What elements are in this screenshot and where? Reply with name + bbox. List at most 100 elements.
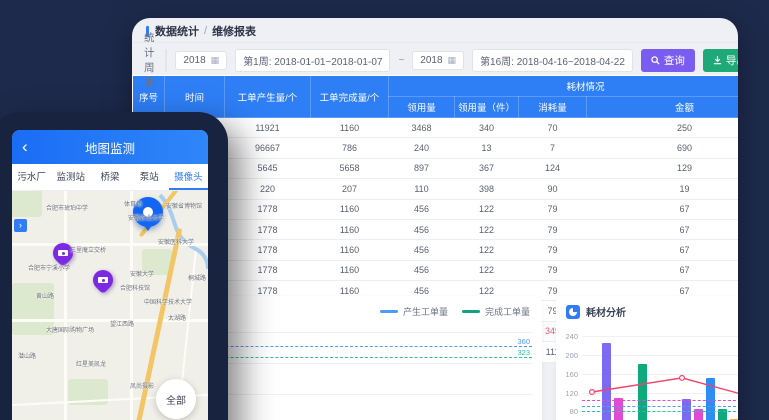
map-label: 三里庵立交桥 [70, 245, 106, 254]
map-label: 合肥科技馆 [120, 283, 150, 292]
map-label: 红星美凯龙 [76, 359, 106, 368]
table-cell: 1160 [311, 260, 389, 280]
map-label: 大唐国际购物广场 [46, 325, 94, 334]
table-cell: 456 [389, 260, 455, 280]
consumable-chart-title: 耗材分析 [586, 304, 626, 319]
table-cell: 79 [519, 199, 587, 219]
back-icon[interactable]: ‹ [22, 140, 28, 154]
table-cell: 1778 [225, 199, 311, 219]
camera-icon [58, 250, 68, 256]
table-cell: 1778 [225, 260, 311, 280]
week-range-start-value: 第1周: 2018-01-01~2018-01-07 [243, 53, 382, 68]
table-cell: 13 [455, 138, 519, 158]
table-cell: 96667 [225, 138, 311, 158]
map-label: 黄山路 [36, 291, 54, 300]
map-label: 安徽医科大学 [158, 237, 194, 246]
filter-bar: 统计周期: 年季月周日 2018 ▦ 第1周: 2018-01-01~2018-… [132, 43, 738, 75]
reference-line-label: 323 [517, 348, 530, 357]
table-cell: 1160 [311, 118, 389, 138]
column-header: 工单产生量/个 [225, 76, 311, 118]
calendar-icon: ▦ [448, 55, 457, 66]
table-cell: 3468 [389, 118, 455, 138]
map-label: 合肥市琥珀中学 [46, 203, 88, 212]
table-cell: 1778 [225, 240, 311, 260]
map-label: 太湖路 [168, 313, 186, 322]
week-range-start-input[interactable]: 第1周: 2018-01-01~2018-01-07 [235, 49, 390, 72]
map-label: 望江西路 [110, 319, 134, 328]
query-button[interactable]: 查询 [641, 49, 695, 72]
consumable-chart-header: 耗材分析 [556, 296, 738, 319]
sub-column-header: 金额 [587, 97, 739, 118]
period-option-年[interactable]: 年 [166, 50, 167, 71]
legend-item: 完成工单量 [462, 305, 530, 318]
map-label: 桐城路 [188, 273, 206, 282]
tab-污水厂[interactable]: 污水厂 [12, 164, 51, 190]
legend-dash [380, 310, 398, 313]
y-axis-tick: 200 [560, 351, 578, 360]
map-expand-button[interactable]: › [14, 219, 27, 232]
period-label: 统计周期: [144, 30, 157, 90]
table-cell: 67 [587, 260, 739, 280]
legend-label: 完成工单量 [485, 305, 530, 318]
camera-icon [98, 277, 108, 283]
table-cell: 90 [519, 179, 587, 199]
breadcrumb-page: 维修报表 [212, 23, 256, 39]
table-cell: 67 [587, 199, 739, 219]
consumable-bar-chart: 2402001601208040 [582, 336, 738, 420]
map-category-tabs: 污水厂监测站桥梁泵站摄像头 [12, 164, 208, 191]
period-segmented-control: 年季月周日 [165, 49, 167, 72]
table-cell: 122 [455, 219, 519, 239]
table-cell: 79 [519, 240, 587, 260]
table-cell: 110 [389, 179, 455, 199]
legend-dash [462, 310, 480, 313]
table-cell: 367 [455, 158, 519, 178]
map-label: 安徽省博物馆 [166, 201, 202, 210]
table-cell: 124 [519, 158, 587, 178]
phone-screen: ‹ 地图监测 污水厂监测站桥梁泵站摄像头 [12, 130, 208, 420]
map-label: 潜山路 [18, 351, 36, 360]
show-all-button[interactable]: 全部 [156, 379, 196, 419]
legend-label: 产生工单量 [403, 305, 448, 318]
table-cell: 67 [587, 240, 739, 260]
map-road [64, 191, 67, 420]
table-cell: 11921 [225, 118, 311, 138]
sub-column-header: 领用量（件） [455, 97, 519, 118]
breadcrumb-separator: / [204, 25, 207, 37]
column-header: 工单完成量/个 [311, 76, 389, 118]
year-end-value: 2018 [420, 55, 442, 66]
screen-background: 数据统计 / 维修报表 统计周期: 年季月周日 2018 ▦ 第1周: 2018… [0, 0, 769, 420]
year-start-select[interactable]: 2018 ▦ [175, 51, 227, 70]
table-cell: 456 [389, 219, 455, 239]
trend-line [582, 336, 738, 420]
year-end-select[interactable]: 2018 ▦ [412, 51, 464, 70]
table-cell: 690 [587, 138, 739, 158]
tab-桥梁[interactable]: 桥梁 [90, 164, 129, 190]
week-range-end-value: 第16周: 2018-04-16~2018-04-22 [480, 53, 625, 68]
y-axis-tick: 160 [560, 370, 578, 379]
tab-泵站[interactable]: 泵站 [130, 164, 169, 190]
table-cell: 456 [389, 199, 455, 219]
app-title: 地图监测 [85, 138, 135, 157]
tab-摄像头[interactable]: 摄像头 [169, 164, 208, 190]
table-cell: 250 [587, 118, 739, 138]
map-label: 中国科学技术大学 [144, 297, 192, 306]
export-button-label: 导出Excel [726, 53, 738, 68]
map-label: 合肥市宁溪小学 [28, 263, 70, 272]
y-axis-tick: 120 [560, 389, 578, 398]
sub-column-header: 领用量 [389, 97, 455, 118]
chart-legend: 产生工单量 完成工单量 [380, 305, 530, 318]
table-cell: 1778 [225, 219, 311, 239]
table-cell: 67 [587, 219, 739, 239]
pie-chart-icon [566, 305, 580, 319]
table-cell: 786 [311, 138, 389, 158]
tab-监测站[interactable]: 监测站 [51, 164, 90, 190]
map-view[interactable]: › 全部 合肥市琥珀中学体育场安徽农业大学安徽省博物馆三里庵立交桥安徽医科大学桐… [12, 191, 208, 420]
table-cell: 79 [519, 260, 587, 280]
table-cell: 1160 [311, 199, 389, 219]
year-start-value: 2018 [183, 55, 205, 66]
reference-line-label: 360 [517, 337, 530, 346]
export-excel-button[interactable]: 导出Excel [703, 49, 738, 72]
table-cell: 122 [455, 240, 519, 260]
table-cell: 340 [455, 118, 519, 138]
week-range-end-input[interactable]: 第16周: 2018-04-16~2018-04-22 [472, 49, 633, 72]
